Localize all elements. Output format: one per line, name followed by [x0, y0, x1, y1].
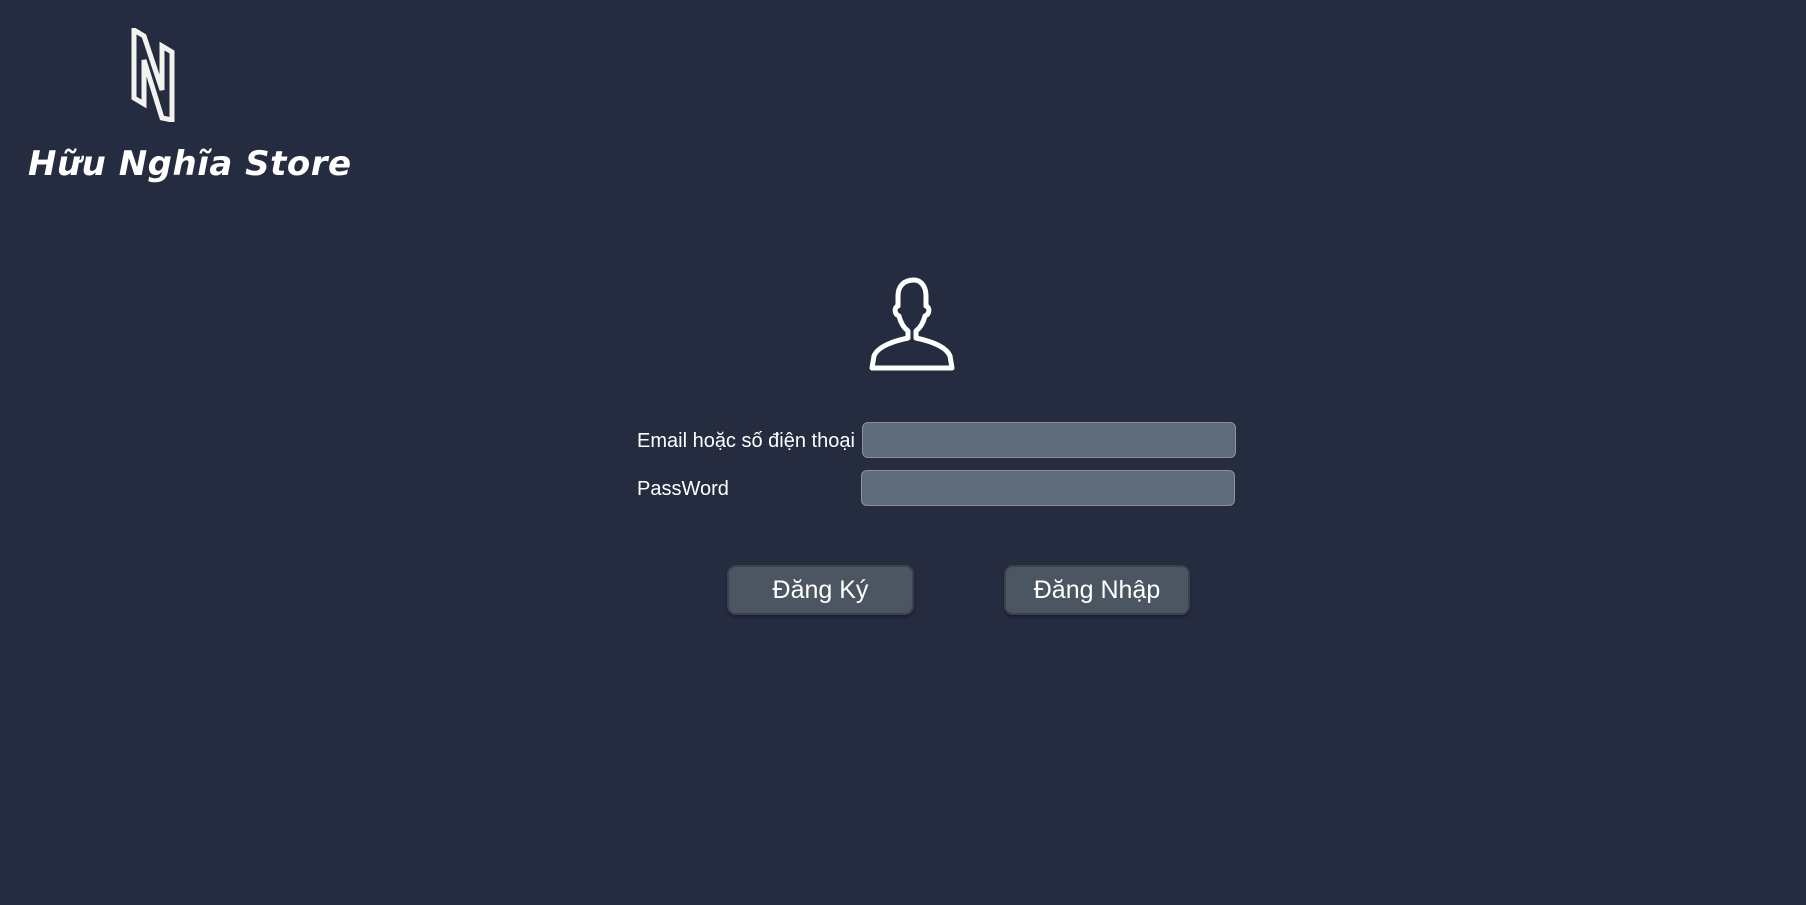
password-field[interactable] [861, 470, 1235, 506]
password-label: PassWord [637, 478, 729, 500]
password-row: PassWord [637, 470, 1237, 508]
login-page: Hữu Nghĩa Store Email hoặc số điện thoại… [0, 0, 1806, 905]
register-button[interactable]: Đăng Ký [727, 565, 914, 615]
email-row: Email hoặc số điện thoại [637, 422, 1237, 460]
login-button[interactable]: Đăng Nhập [1004, 565, 1190, 615]
email-label: Email hoặc số điện thoại [637, 430, 855, 452]
brand-name: Hữu Nghĩa Store [28, 144, 352, 184]
n-monogram-logo-icon [128, 28, 178, 122]
user-icon [864, 276, 960, 372]
email-field[interactable] [862, 422, 1236, 458]
login-form: Email hoặc số điện thoại PassWord [637, 422, 1237, 518]
brand-header: Hữu Nghĩa Store [28, 28, 351, 188]
